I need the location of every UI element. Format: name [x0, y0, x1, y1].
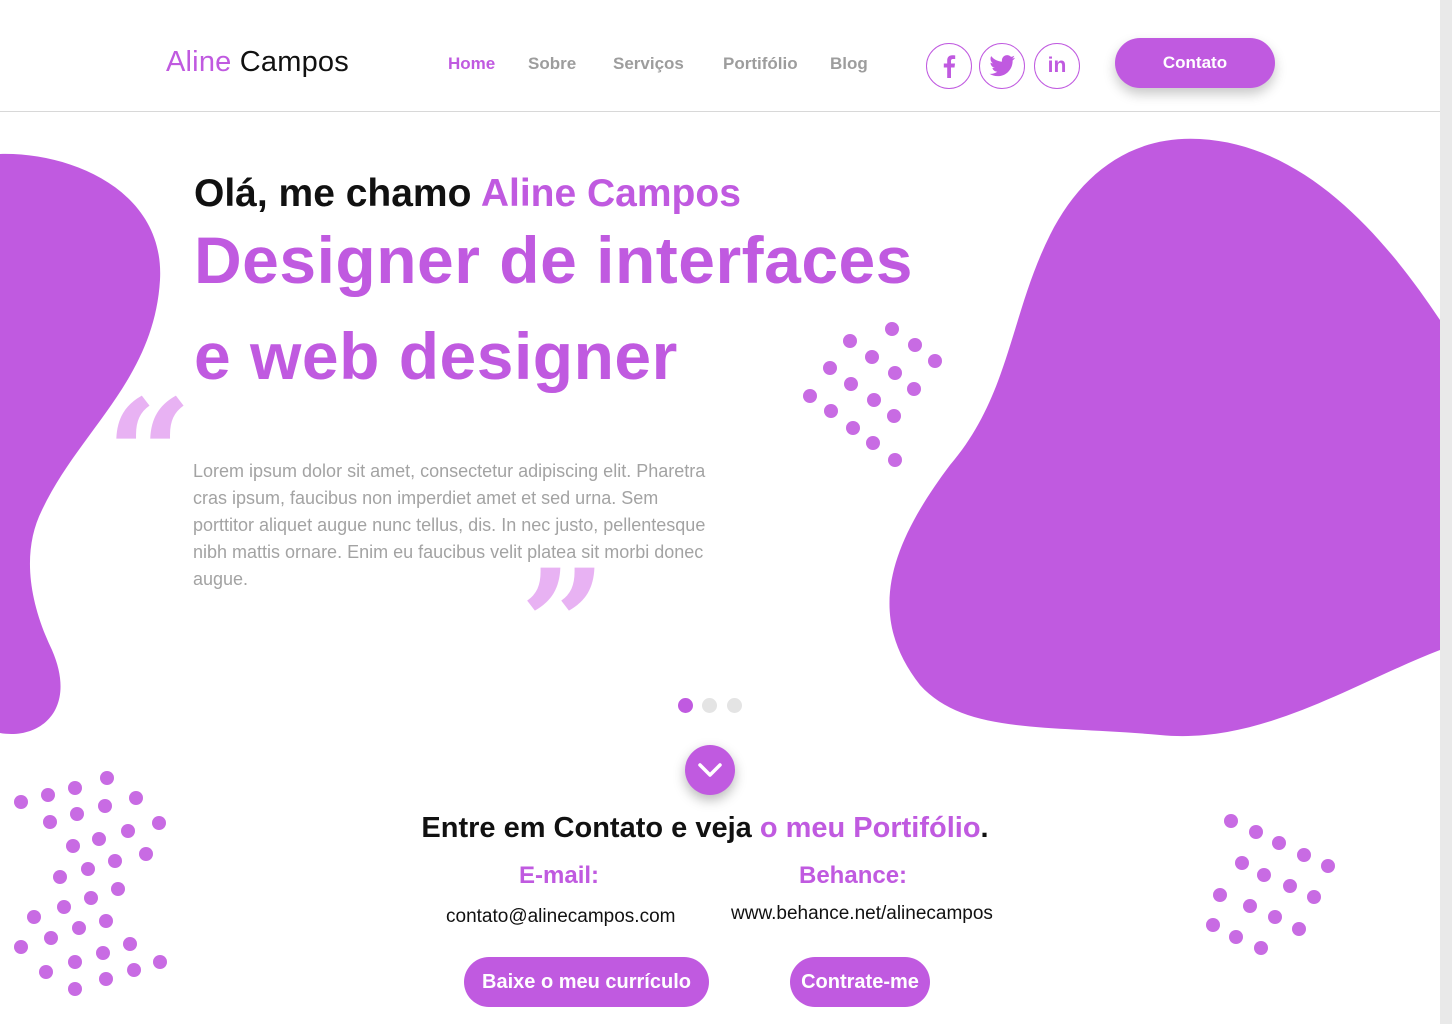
contact-button[interactable]: Contato	[1115, 38, 1275, 88]
dot-pattern-bottom-left	[14, 771, 167, 996]
contact-heading-prefix: Entre em Contato e veja	[421, 812, 760, 844]
quote-open-icon: “	[106, 367, 193, 543]
logo-last-name: Campos	[239, 46, 349, 78]
contact-heading-highlight: o meu Portifólio	[759, 812, 981, 844]
email-value[interactable]: contato@alinecampos.com	[446, 906, 675, 928]
nav-sobre[interactable]: Sobre	[528, 54, 576, 74]
nav-blog[interactable]: Blog	[830, 54, 868, 74]
greeting-name: Aline Campos	[480, 172, 741, 215]
twitter-link[interactable]	[979, 43, 1025, 89]
hero-title-line-1: Designer de interfaces	[194, 223, 913, 297]
facebook-icon	[943, 55, 956, 78]
contact-heading-suffix: .	[980, 812, 989, 844]
right-decorative-blob	[889, 138, 1440, 737]
slider-dot-2[interactable]	[702, 698, 717, 713]
logo-first-name: Aline	[166, 46, 232, 78]
page-scrollbar[interactable]	[1440, 0, 1452, 1024]
linkedin-icon: in	[1047, 54, 1067, 77]
hire-me-button[interactable]: Contrate-me	[790, 957, 930, 1007]
linkedin-link[interactable]: in	[1034, 43, 1080, 89]
greeting-prefix: Olá, me chamo	[194, 172, 481, 215]
site-header: Aline Campos Home Sobre Serviços Portifó…	[0, 0, 1440, 112]
behance-label: Behance:	[799, 862, 908, 889]
slider-dot-3[interactable]	[727, 698, 742, 713]
nav-home[interactable]: Home	[448, 54, 495, 74]
hero-quote-text: Lorem ipsum dolor sit amet, consectetur …	[193, 461, 706, 589]
hero-title-line-2: e web designer	[194, 319, 678, 393]
behance-value[interactable]: www.behance.net/alinecampos	[731, 903, 993, 925]
hero-greeting: Olá, me chamo Aline Campos	[194, 172, 741, 216]
chevron-down-icon	[698, 763, 722, 777]
quote-close-icon: ”	[520, 537, 607, 713]
contact-heading: Entre em Contato e veja o meu Portifólio…	[0, 812, 1410, 845]
nav-portifolio[interactable]: Portifólio	[723, 54, 798, 74]
slider-dot-1[interactable]	[678, 698, 693, 713]
dot-pattern-top	[803, 322, 942, 467]
site-logo[interactable]: Aline Campos	[166, 46, 349, 79]
nav-servicos[interactable]: Serviços	[613, 54, 684, 74]
facebook-link[interactable]	[926, 43, 972, 89]
email-label: E-mail:	[519, 862, 600, 889]
scroll-down-button[interactable]	[685, 745, 735, 795]
download-cv-button[interactable]: Baixe o meu currículo	[464, 957, 709, 1007]
twitter-icon	[989, 55, 1015, 77]
